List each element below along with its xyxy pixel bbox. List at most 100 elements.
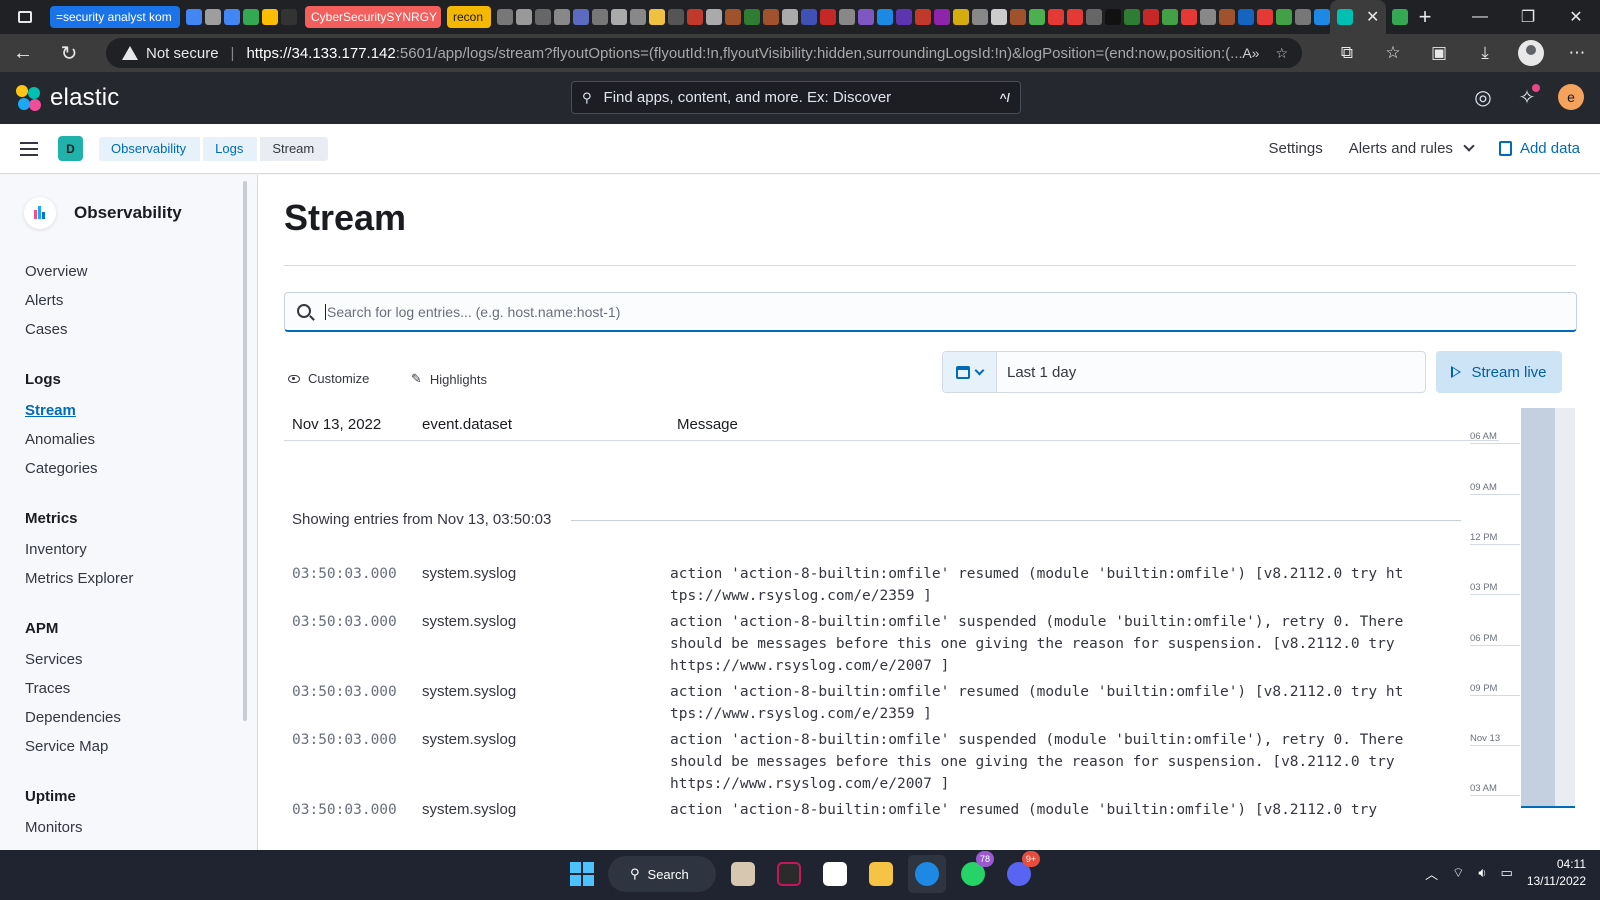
- tab-favicon-icon[interactable]: [858, 9, 874, 25]
- time-range-display[interactable]: Last 1 day: [1007, 364, 1076, 381]
- quick-select-button[interactable]: [943, 352, 997, 392]
- log-entry-row[interactable]: 03:50:03.000 system.syslog action 'actio…: [292, 799, 1442, 821]
- downloads-icon[interactable]: ⤓: [1462, 43, 1508, 63]
- tab-favicon-icon[interactable]: [1162, 9, 1178, 25]
- windows-start-icon[interactable]: [570, 862, 594, 886]
- nav-item-services[interactable]: Services: [25, 651, 83, 668]
- security-status[interactable]: Not secure: [146, 45, 219, 62]
- nav-item-categories[interactable]: Categories: [25, 460, 98, 477]
- highlights-button[interactable]: ✎ Highlights: [411, 371, 487, 387]
- tab-actions-icon[interactable]: [0, 0, 50, 34]
- docs-favicon-icon[interactable]: [186, 9, 202, 25]
- nav-item-monitors[interactable]: Monitors: [25, 819, 83, 836]
- tab-favicon-icon[interactable]: [1238, 9, 1254, 25]
- terminal-favicon-icon[interactable]: [281, 9, 297, 25]
- tab-favicon-icon[interactable]: [801, 9, 817, 25]
- restore-icon[interactable]: ❐: [1504, 0, 1552, 34]
- address-bar[interactable]: Not secure | https://34.133.177.142:5601…: [106, 38, 1302, 68]
- settings-link[interactable]: Settings: [1269, 140, 1323, 157]
- tab-favicon-icon[interactable]: [1029, 9, 1045, 25]
- tab-favicon-icon[interactable]: [630, 9, 646, 25]
- tab-favicon-icon[interactable]: [953, 9, 969, 25]
- tab-favicon-icon[interactable]: [896, 9, 912, 25]
- tab-favicon-icon[interactable]: [535, 9, 551, 25]
- extensions-icon[interactable]: ⧉: [1324, 43, 1370, 63]
- profile-avatar[interactable]: [1518, 40, 1544, 66]
- youtube-favicon-icon[interactable]: [820, 9, 836, 25]
- nav-item-traces[interactable]: Traces: [25, 680, 70, 697]
- user-avatar[interactable]: e: [1558, 84, 1584, 110]
- tab-favicon-icon[interactable]: [991, 9, 1007, 25]
- log-entry-row[interactable]: 03:50:03.000 system.syslog action 'actio…: [292, 681, 1442, 725]
- taskbar-app-vim[interactable]: [770, 855, 808, 893]
- chevron-up-icon[interactable]: ︿: [1425, 864, 1438, 883]
- tab-favicon-icon[interactable]: [1105, 9, 1121, 25]
- tab-favicon-icon[interactable]: [1143, 9, 1159, 25]
- nav-item-dependencies[interactable]: Dependencies: [25, 709, 121, 726]
- close-tab-icon[interactable]: ✕: [1366, 7, 1379, 27]
- more-menu-icon[interactable]: ⋯: [1554, 43, 1600, 63]
- tab-favicon-icon[interactable]: [972, 9, 988, 25]
- drive-favicon-icon[interactable]: [262, 9, 278, 25]
- tab-favicon-icon[interactable]: [1010, 9, 1026, 25]
- tab-favicon-icon[interactable]: [744, 9, 760, 25]
- nav-item-stream[interactable]: Stream: [25, 402, 76, 419]
- tab-favicon-icon[interactable]: [668, 9, 684, 25]
- tab-favicon-icon[interactable]: [497, 9, 513, 25]
- minimize-icon[interactable]: —: [1456, 0, 1504, 34]
- alerts-and-rules-menu[interactable]: Alerts and rules: [1349, 140, 1475, 157]
- active-tab[interactable]: ✕: [1330, 0, 1386, 34]
- space-selector[interactable]: D: [58, 136, 83, 161]
- tab-favicon-icon[interactable]: [649, 9, 665, 25]
- tab-group-security-analyst[interactable]: =security analyst kom: [50, 6, 180, 28]
- volume-icon[interactable]: 🔉︎: [1478, 865, 1486, 881]
- youtube-favicon-icon[interactable]: [1257, 9, 1273, 25]
- docs-favicon-icon[interactable]: [224, 9, 240, 25]
- wifi-icon[interactable]: ⌔: [1452, 865, 1464, 881]
- nav-item-metrics-explorer[interactable]: Metrics Explorer: [25, 570, 133, 587]
- close-window-icon[interactable]: ✕: [1552, 0, 1600, 34]
- breadcrumb-logs[interactable]: Logs: [203, 136, 258, 161]
- nav-item-overview[interactable]: Overview: [25, 263, 88, 280]
- tab-favicon-icon[interactable]: [592, 9, 608, 25]
- file-favicon-icon[interactable]: [205, 9, 221, 25]
- log-entry-row[interactable]: 03:50:03.000 system.syslog action 'actio…: [292, 611, 1442, 677]
- menu-toggle-icon[interactable]: [20, 141, 38, 156]
- tab-favicon-icon[interactable]: [915, 9, 931, 25]
- taskbar-app-explorer[interactable]: [862, 855, 900, 893]
- drive-favicon-icon[interactable]: [1392, 9, 1408, 25]
- tab-favicon-icon[interactable]: [1086, 9, 1102, 25]
- tab-favicon-icon[interactable]: [1200, 9, 1216, 25]
- taskbar-app-edge[interactable]: [908, 855, 946, 893]
- add-data-link[interactable]: Add data: [1498, 140, 1580, 157]
- github-favicon-icon[interactable]: [706, 9, 722, 25]
- log-entry-row[interactable]: 03:50:03.000 system.syslog action 'actio…: [292, 563, 1442, 607]
- drive-favicon-icon[interactable]: [243, 9, 259, 25]
- customize-button[interactable]: Customize: [288, 371, 369, 386]
- elastic-logo[interactable]: elastic: [16, 84, 119, 112]
- tab-favicon-icon[interactable]: [1181, 9, 1197, 25]
- tab-favicon-icon[interactable]: [1124, 9, 1140, 25]
- tab-favicon-icon[interactable]: [839, 9, 855, 25]
- nav-item-alerts[interactable]: Alerts: [25, 292, 63, 309]
- log-entry-row[interactable]: 03:50:03.000 system.syslog action 'actio…: [292, 729, 1442, 795]
- help-icon[interactable]: ◎: [1470, 84, 1496, 110]
- tab-favicon-icon[interactable]: [1219, 9, 1235, 25]
- read-aloud-icon[interactable]: A»: [1242, 45, 1259, 62]
- collections-icon[interactable]: ▣: [1416, 43, 1462, 63]
- tab-favicon-icon[interactable]: [877, 9, 893, 25]
- tab-favicon-icon[interactable]: [934, 9, 950, 25]
- nav-item-service-map[interactable]: Service Map: [25, 738, 108, 755]
- taskbar-app-photo[interactable]: [724, 855, 762, 893]
- tab-favicon-icon[interactable]: [725, 9, 741, 25]
- nav-item-anomalies[interactable]: Anomalies: [25, 431, 95, 448]
- tab-favicon-icon[interactable]: [687, 9, 703, 25]
- tab-group-recon[interactable]: recon: [447, 6, 491, 28]
- github-favicon-icon[interactable]: [782, 9, 798, 25]
- tab-favicon-icon[interactable]: [1276, 9, 1292, 25]
- github-favicon-icon[interactable]: [611, 9, 627, 25]
- favorites-icon[interactable]: ☆: [1370, 43, 1416, 63]
- taskbar-search[interactable]: ⚲ Search: [608, 856, 716, 892]
- breadcrumb-observability[interactable]: Observability: [99, 136, 201, 161]
- favorite-star-icon[interactable]: ☆: [1275, 45, 1288, 62]
